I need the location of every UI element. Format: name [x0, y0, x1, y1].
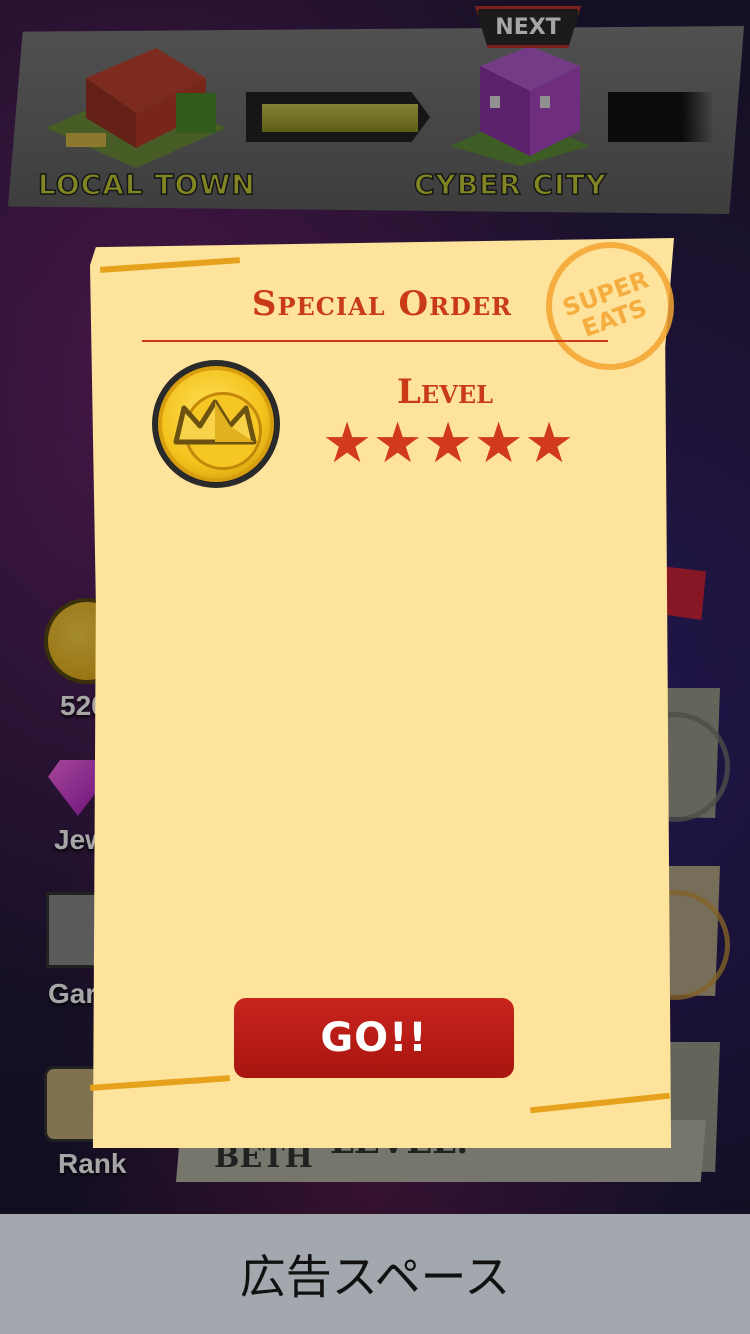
dialog-title: Special Order: [251, 284, 513, 324]
title-divider: [142, 340, 608, 342]
star-icon: ★: [372, 411, 423, 476]
go-button[interactable]: GO!!: [234, 998, 514, 1078]
level-stars: ★ ★ ★ ★ ★: [322, 411, 575, 480]
level-label: Level: [397, 372, 493, 412]
ad-space: 広告スペース: [0, 1214, 750, 1334]
star-icon: ★: [524, 411, 575, 476]
crown-icon: [173, 399, 257, 445]
star-icon: ★: [322, 411, 373, 476]
star-icon: ★: [423, 411, 474, 476]
star-icon: ★: [473, 411, 524, 476]
